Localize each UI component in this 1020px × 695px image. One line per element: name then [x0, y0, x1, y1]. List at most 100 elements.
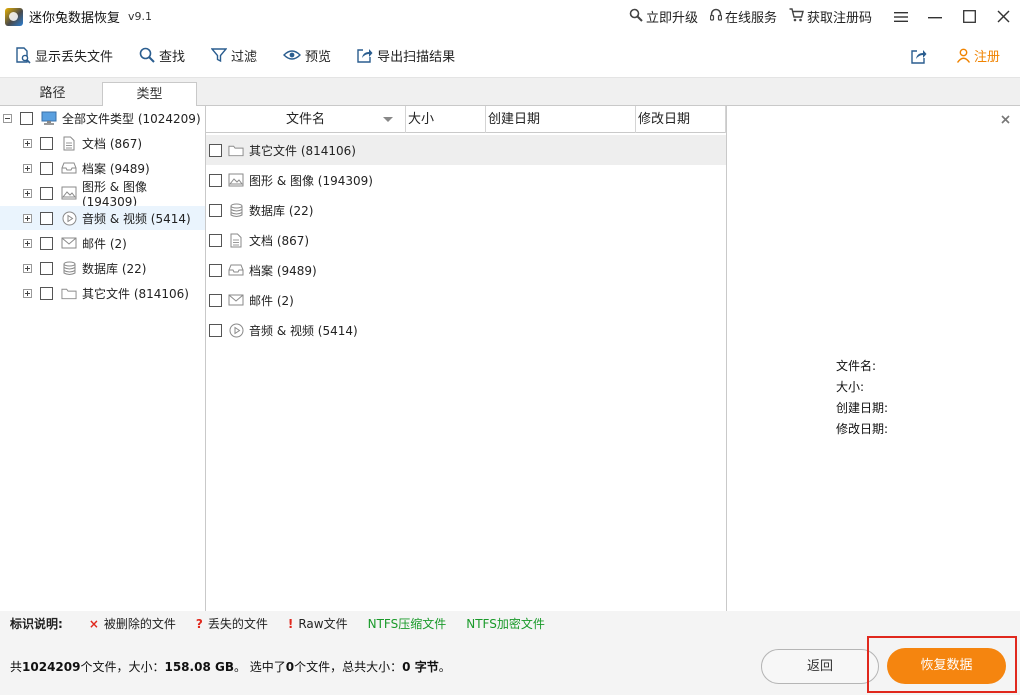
tab-type[interactable]: 类型	[102, 82, 197, 107]
file-row-checkbox[interactable]	[209, 143, 222, 157]
tree-item[interactable]: 数据库 (22)	[0, 256, 205, 280]
tree-root[interactable]: 全部文件类型 (1024209)	[0, 106, 205, 130]
tree-item-checkbox[interactable]	[40, 161, 53, 175]
deleted-mark-icon: ×	[88, 616, 99, 631]
tree-item[interactable]: 档案 (9489)	[0, 156, 205, 180]
file-row-checkbox[interactable]	[209, 173, 222, 187]
upgrade-link[interactable]: 立即升级	[629, 7, 698, 26]
minimize-icon	[928, 16, 942, 18]
column-size[interactable]: 大小	[406, 106, 486, 133]
tree-item-label: 邮件 (2)	[82, 236, 127, 251]
online-service-link[interactable]: 在线服务	[709, 7, 777, 26]
preview-label: 预览	[305, 49, 332, 65]
prop-size-label: 大小:	[836, 380, 865, 394]
column-created[interactable]: 创建日期	[486, 106, 636, 133]
file-row-checkbox[interactable]	[209, 203, 222, 217]
status-bar: 共1024209个文件，大小：158.08 GB。 选中了0个文件，总共大小：0…	[0, 636, 1020, 695]
legend-ntfs-compressed: NTFS压缩文件	[367, 617, 447, 631]
tree-item[interactable]: 音频 & 视频 (5414)	[0, 206, 205, 230]
filter-icon	[211, 47, 228, 63]
cart-icon	[789, 7, 804, 26]
raw-mark-icon: !	[287, 616, 294, 631]
tree-item-checkbox[interactable]	[40, 261, 53, 275]
maximize-button[interactable]	[952, 0, 986, 33]
legend-raw-label: Raw文件	[298, 617, 348, 631]
menu-button[interactable]	[884, 0, 918, 33]
export-icon	[357, 47, 373, 63]
share-button[interactable]	[911, 48, 928, 64]
file-row[interactable]: 文档 (867)	[206, 225, 726, 255]
file-row[interactable]: 音频 & 视频 (5414)	[206, 315, 726, 345]
expand-toggle[interactable]	[23, 188, 32, 198]
column-modified[interactable]: 修改日期	[636, 106, 726, 133]
column-filename[interactable]: 文件名	[206, 106, 406, 133]
app-logo-icon	[5, 7, 23, 26]
close-button[interactable]	[986, 0, 1020, 33]
tree-item[interactable]: 图形 & 图像 (194309)	[0, 180, 205, 209]
collapse-toggle[interactable]	[3, 113, 12, 123]
file-row[interactable]: 档案 (9489)	[206, 255, 726, 285]
file-row-label: 图形 & 图像 (194309)	[249, 173, 373, 188]
filter-button[interactable]: 过滤	[201, 40, 267, 70]
export-scan-result-button[interactable]: 导出扫描结果	[347, 40, 465, 70]
search-icon	[139, 47, 155, 63]
database-icon	[228, 202, 244, 218]
close-preview-button[interactable]	[1001, 110, 1010, 128]
file-row[interactable]: 其它文件 (814106)	[206, 135, 726, 165]
recover-data-button[interactable]: 恢复数据	[887, 648, 1006, 684]
status-text-5: 。	[438, 660, 451, 674]
tree-item[interactable]: 其它文件 (814106)	[0, 281, 205, 305]
eye-icon	[283, 49, 302, 61]
file-row[interactable]: 邮件 (2)	[206, 285, 726, 315]
file-row-label: 数据库 (22)	[249, 203, 314, 218]
register-label: 注册	[973, 50, 1000, 65]
view-tabs: 路径 类型	[0, 78, 1020, 107]
expand-toggle[interactable]	[23, 288, 32, 298]
file-row-label: 文档 (867)	[249, 233, 310, 248]
find-button[interactable]: 查找	[129, 40, 195, 70]
legend-lost-label: 丢失的文件	[207, 617, 268, 631]
document-icon	[61, 135, 77, 151]
tab-path[interactable]: 路径	[5, 82, 100, 106]
back-button[interactable]: 返回	[761, 649, 879, 684]
archive-icon	[61, 160, 77, 176]
tree-item-checkbox[interactable]	[40, 211, 53, 225]
tree-root-checkbox[interactable]	[20, 111, 33, 125]
prop-filename-label: 文件名:	[836, 359, 877, 373]
image-icon	[228, 172, 244, 188]
file-row[interactable]: 图形 & 图像 (194309)	[206, 165, 726, 195]
tree-item-checkbox[interactable]	[39, 186, 53, 200]
tree-item[interactable]: 文档 (867)	[0, 131, 205, 155]
legend-deleted: × 被删除的文件	[89, 615, 176, 632]
preview-button[interactable]: 预览	[273, 40, 341, 70]
expand-toggle[interactable]	[23, 213, 32, 223]
file-row-checkbox[interactable]	[209, 263, 222, 277]
total-file-count: 1024209	[22, 660, 81, 674]
expand-toggle[interactable]	[23, 238, 32, 248]
status-summary: 共1024209个文件，大小：158.08 GB。 选中了0个文件，总共大小：0…	[10, 658, 451, 675]
tree-item-checkbox[interactable]	[40, 136, 53, 150]
tree-item[interactable]: 邮件 (2)	[0, 231, 205, 255]
show-lost-files-button[interactable]: 显示丢失文件	[6, 40, 123, 70]
file-search-icon	[16, 46, 31, 64]
expand-toggle[interactable]	[23, 263, 32, 273]
file-row-checkbox[interactable]	[209, 293, 222, 307]
folder-icon	[61, 285, 77, 301]
register-link[interactable]: 注册	[956, 46, 1000, 65]
tree-item-checkbox[interactable]	[40, 236, 53, 250]
expand-toggle[interactable]	[23, 163, 32, 173]
mail-icon	[61, 235, 77, 251]
hamburger-icon	[894, 11, 908, 22]
close-icon	[1001, 115, 1010, 124]
find-label: 查找	[159, 49, 186, 65]
expand-toggle[interactable]	[23, 138, 32, 148]
file-row-checkbox[interactable]	[209, 323, 222, 337]
file-row-checkbox[interactable]	[209, 233, 222, 247]
file-row[interactable]: 数据库 (22)	[206, 195, 726, 225]
minimize-button[interactable]	[918, 0, 952, 33]
upgrade-label: 立即升级	[645, 11, 698, 26]
tree-item-checkbox[interactable]	[40, 286, 53, 300]
selected-count: 0	[285, 660, 295, 674]
total-size: 158.08 GB	[164, 660, 234, 674]
get-code-link[interactable]: 获取注册码	[789, 7, 872, 26]
